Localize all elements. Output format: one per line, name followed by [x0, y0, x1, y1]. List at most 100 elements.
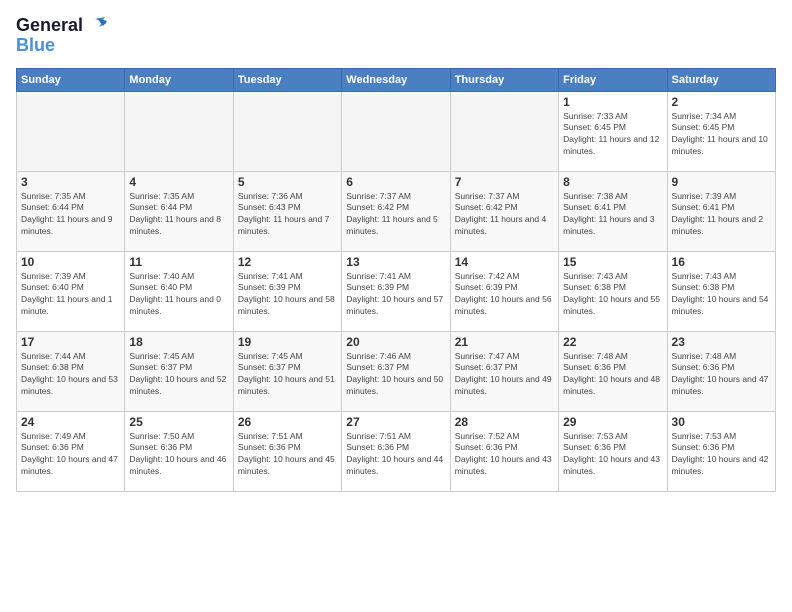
day-number: 1 — [563, 95, 662, 109]
calendar-cell — [233, 91, 341, 171]
day-info: Sunrise: 7:35 AM Sunset: 6:44 PM Dayligh… — [21, 191, 120, 239]
day-number: 4 — [129, 175, 228, 189]
calendar-table: SundayMondayTuesdayWednesdayThursdayFrid… — [16, 68, 776, 492]
day-info: Sunrise: 7:42 AM Sunset: 6:39 PM Dayligh… — [455, 271, 554, 319]
calendar-cell: 6 Sunrise: 7:37 AM Sunset: 6:42 PM Daylig… — [342, 171, 450, 251]
calendar-cell: 20 Sunrise: 7:46 AM Sunset: 6:37 PM Dayli… — [342, 331, 450, 411]
calendar-cell: 13 Sunrise: 7:41 AM Sunset: 6:39 PM Dayli… — [342, 251, 450, 331]
calendar-cell: 28 Sunrise: 7:52 AM Sunset: 6:36 PM Dayli… — [450, 411, 558, 491]
weekday-header: Monday — [125, 68, 233, 91]
logo-general: General — [16, 16, 83, 36]
day-number: 28 — [455, 415, 554, 429]
calendar-cell: 19 Sunrise: 7:45 AM Sunset: 6:37 PM Dayli… — [233, 331, 341, 411]
day-info: Sunrise: 7:39 AM Sunset: 6:40 PM Dayligh… — [21, 271, 120, 319]
day-info: Sunrise: 7:49 AM Sunset: 6:36 PM Dayligh… — [21, 431, 120, 479]
day-number: 3 — [21, 175, 120, 189]
day-number: 26 — [238, 415, 337, 429]
calendar-cell: 3 Sunrise: 7:35 AM Sunset: 6:44 PM Daylig… — [17, 171, 125, 251]
calendar-cell: 7Sunrise: 7:37 AM Sunset: 6:42 PM Daylig… — [450, 171, 558, 251]
day-number: 29 — [563, 415, 662, 429]
page-header: General Blue — [16, 16, 776, 56]
calendar-cell: 2 Sunrise: 7:34 AM Sunset: 6:45 PM Daylig… — [667, 91, 775, 171]
calendar-cell: 22 Sunrise: 7:48 AM Sunset: 6:36 PM Dayli… — [559, 331, 667, 411]
day-info: Sunrise: 7:46 AM Sunset: 6:37 PM Dayligh… — [346, 351, 445, 399]
calendar-cell: 27 Sunrise: 7:51 AM Sunset: 6:36 PM Dayli… — [342, 411, 450, 491]
day-number: 21 — [455, 335, 554, 349]
calendar-cell: 17 Sunrise: 7:44 AM Sunset: 6:38 PM Dayli… — [17, 331, 125, 411]
day-info: Sunrise: 7:37 AM Sunset: 6:42 PM Dayligh… — [346, 191, 445, 239]
day-number: 14 — [455, 255, 554, 269]
calendar-cell: 4 Sunrise: 7:35 AM Sunset: 6:44 PM Daylig… — [125, 171, 233, 251]
calendar-cell — [450, 91, 558, 171]
day-info: Sunrise: 7:40 AM Sunset: 6:40 PM Dayligh… — [129, 271, 228, 319]
calendar-cell: 8 Sunrise: 7:38 AM Sunset: 6:41 PM Daylig… — [559, 171, 667, 251]
day-number: 5 — [238, 175, 337, 189]
day-info: Sunrise: 7:39 AM Sunset: 6:41 PM Dayligh… — [672, 191, 771, 239]
day-number: 9 — [672, 175, 771, 189]
day-info: Sunrise: 7:37 AM Sunset: 6:42 PM Dayligh… — [455, 191, 554, 239]
day-info: Sunrise: 7:45 AM Sunset: 6:37 PM Dayligh… — [238, 351, 337, 399]
calendar-cell: 12 Sunrise: 7:41 AM Sunset: 6:39 PM Dayli… — [233, 251, 341, 331]
day-info: Sunrise: 7:51 AM Sunset: 6:36 PM Dayligh… — [238, 431, 337, 479]
calendar-cell: 5 Sunrise: 7:36 AM Sunset: 6:43 PM Daylig… — [233, 171, 341, 251]
day-number: 17 — [21, 335, 120, 349]
day-number: 11 — [129, 255, 228, 269]
calendar-cell — [125, 91, 233, 171]
day-info: Sunrise: 7:47 AM Sunset: 6:37 PM Dayligh… — [455, 351, 554, 399]
day-info: Sunrise: 7:53 AM Sunset: 6:36 PM Dayligh… — [563, 431, 662, 479]
day-number: 2 — [672, 95, 771, 109]
calendar-cell: 26 Sunrise: 7:51 AM Sunset: 6:36 PM Dayli… — [233, 411, 341, 491]
day-number: 6 — [346, 175, 445, 189]
day-number: 19 — [238, 335, 337, 349]
logo: General Blue — [16, 16, 107, 56]
weekday-header: Friday — [559, 68, 667, 91]
day-number: 12 — [238, 255, 337, 269]
calendar-cell: 9 Sunrise: 7:39 AM Sunset: 6:41 PM Daylig… — [667, 171, 775, 251]
day-info: Sunrise: 7:44 AM Sunset: 6:38 PM Dayligh… — [21, 351, 120, 399]
calendar-cell: 11 Sunrise: 7:40 AM Sunset: 6:40 PM Dayli… — [125, 251, 233, 331]
calendar-cell: 18 Sunrise: 7:45 AM Sunset: 6:37 PM Dayli… — [125, 331, 233, 411]
day-info: Sunrise: 7:51 AM Sunset: 6:36 PM Dayligh… — [346, 431, 445, 479]
day-info: Sunrise: 7:50 AM Sunset: 6:36 PM Dayligh… — [129, 431, 228, 479]
calendar-cell: 16 Sunrise: 7:43 AM Sunset: 6:38 PM Dayli… — [667, 251, 775, 331]
day-info: Sunrise: 7:43 AM Sunset: 6:38 PM Dayligh… — [672, 271, 771, 319]
calendar-cell: 10Sunrise: 7:39 AM Sunset: 6:40 PM Dayli… — [17, 251, 125, 331]
logo-blue: Blue — [16, 36, 55, 56]
day-number: 23 — [672, 335, 771, 349]
day-info: Sunrise: 7:41 AM Sunset: 6:39 PM Dayligh… — [238, 271, 337, 319]
day-number: 27 — [346, 415, 445, 429]
weekday-header: Saturday — [667, 68, 775, 91]
calendar-cell: 15Sunrise: 7:43 AM Sunset: 6:38 PM Dayli… — [559, 251, 667, 331]
weekday-header: Sunday — [17, 68, 125, 91]
day-info: Sunrise: 7:38 AM Sunset: 6:41 PM Dayligh… — [563, 191, 662, 239]
day-info: Sunrise: 7:45 AM Sunset: 6:37 PM Dayligh… — [129, 351, 228, 399]
day-info: Sunrise: 7:48 AM Sunset: 6:36 PM Dayligh… — [563, 351, 662, 399]
day-number: 16 — [672, 255, 771, 269]
day-number: 25 — [129, 415, 228, 429]
day-info: Sunrise: 7:36 AM Sunset: 6:43 PM Dayligh… — [238, 191, 337, 239]
calendar-cell: 25 Sunrise: 7:50 AM Sunset: 6:36 PM Dayli… — [125, 411, 233, 491]
day-info: Sunrise: 7:52 AM Sunset: 6:36 PM Dayligh… — [455, 431, 554, 479]
logo-bird-icon — [85, 17, 107, 35]
day-info: Sunrise: 7:35 AM Sunset: 6:44 PM Dayligh… — [129, 191, 228, 239]
day-number: 20 — [346, 335, 445, 349]
weekday-header: Tuesday — [233, 68, 341, 91]
day-info: Sunrise: 7:48 AM Sunset: 6:36 PM Dayligh… — [672, 351, 771, 399]
day-number: 18 — [129, 335, 228, 349]
day-info: Sunrise: 7:53 AM Sunset: 6:36 PM Dayligh… — [672, 431, 771, 479]
day-info: Sunrise: 7:33 AM Sunset: 6:45 PM Dayligh… — [563, 111, 662, 159]
day-info: Sunrise: 7:34 AM Sunset: 6:45 PM Dayligh… — [672, 111, 771, 159]
day-number: 24 — [21, 415, 120, 429]
calendar-cell: 1 Sunrise: 7:33 AM Sunset: 6:45 PM Daylig… — [559, 91, 667, 171]
weekday-header: Wednesday — [342, 68, 450, 91]
calendar-cell: 21 Sunrise: 7:47 AM Sunset: 6:37 PM Dayli… — [450, 331, 558, 411]
weekday-header: Thursday — [450, 68, 558, 91]
calendar-cell — [342, 91, 450, 171]
day-number: 13 — [346, 255, 445, 269]
day-number: 22 — [563, 335, 662, 349]
day-info: Sunrise: 7:41 AM Sunset: 6:39 PM Dayligh… — [346, 271, 445, 319]
day-number: 30 — [672, 415, 771, 429]
calendar-cell: 23 Sunrise: 7:48 AM Sunset: 6:36 PM Dayli… — [667, 331, 775, 411]
day-number: 8 — [563, 175, 662, 189]
calendar-cell: 30 Sunrise: 7:53 AM Sunset: 6:36 PM Dayli… — [667, 411, 775, 491]
